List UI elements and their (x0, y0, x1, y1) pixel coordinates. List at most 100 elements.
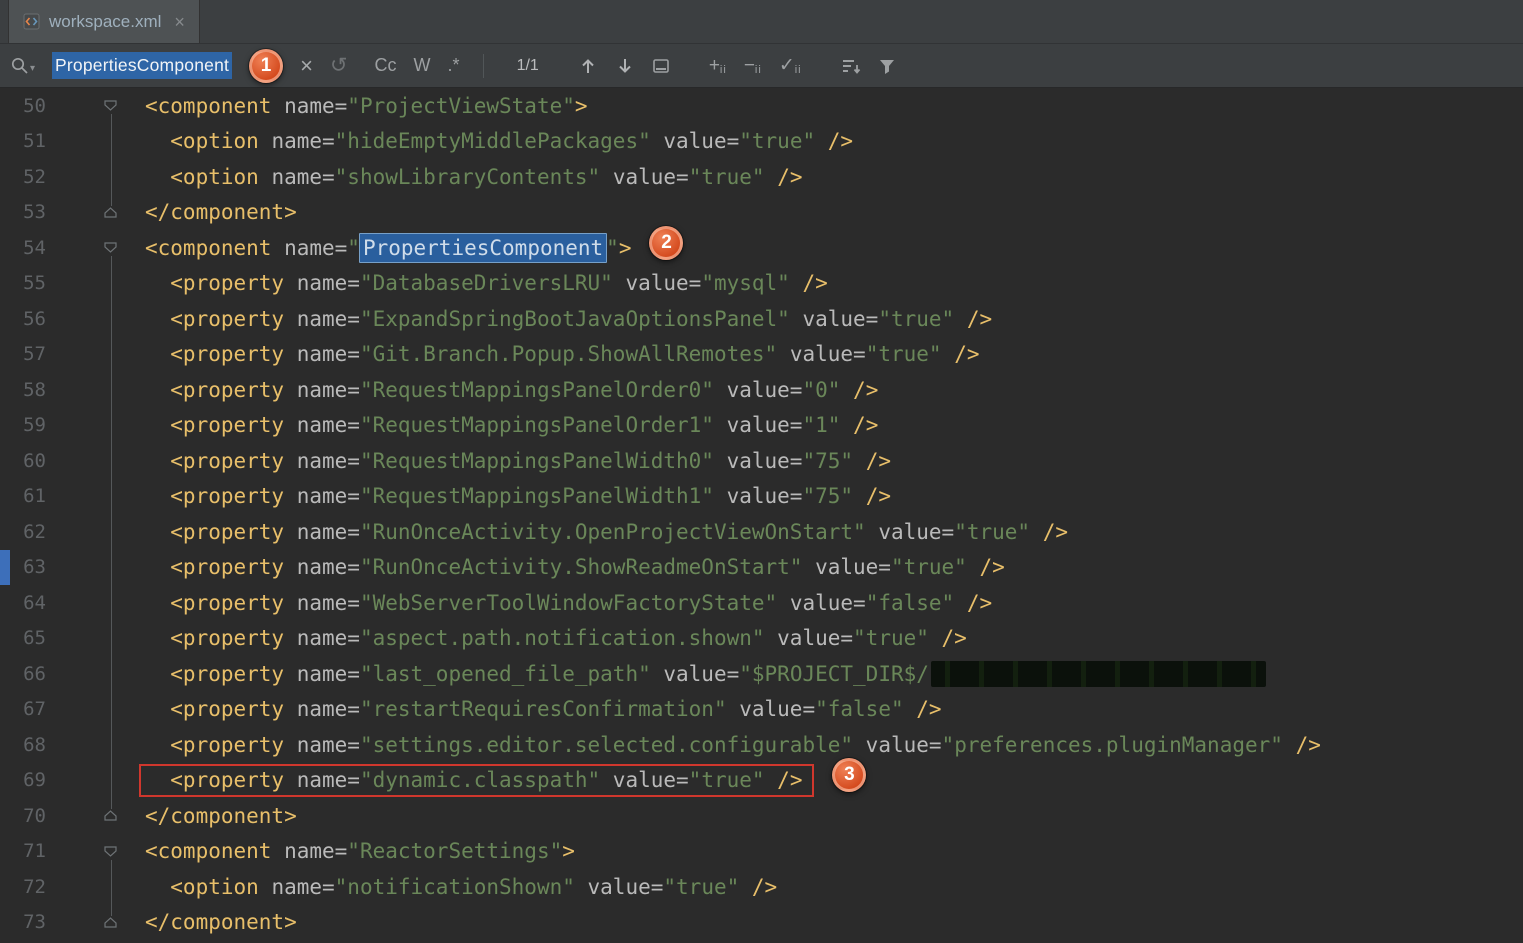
code-token: "true" (853, 626, 929, 650)
match-case-toggle[interactable]: Cc (375, 55, 397, 76)
code-token: "notificationShown" (335, 875, 575, 899)
code-text: <property name="settings.editor.selected… (128, 733, 1321, 757)
previous-match-icon[interactable] (578, 56, 598, 76)
gutter: 71 (0, 834, 128, 870)
code-line[interactable]: 64 <property name="WebServerToolWindowFa… (0, 585, 1523, 621)
code-line[interactable]: 65 <property name="aspect.path.notificat… (0, 621, 1523, 657)
code-line[interactable]: 60 <property name="RequestMappingsPanelW… (0, 443, 1523, 479)
filter-icon[interactable] (878, 57, 896, 75)
code-text: <option name="notificationShown" value="… (128, 875, 777, 899)
code-line[interactable]: 63 <property name="RunOnceActivity.ShowR… (0, 550, 1523, 586)
clear-search-icon[interactable]: × (300, 55, 313, 77)
code-token: value= (714, 413, 803, 437)
code-line[interactable]: 72 <option name="notificationShown" valu… (0, 869, 1523, 905)
code-line[interactable]: 53</component> (0, 195, 1523, 231)
code-editor[interactable]: 50<component name="ProjectViewState">51 … (0, 88, 1523, 943)
gutter: 60 (0, 443, 128, 479)
fold-start-marker-icon[interactable] (46, 242, 128, 253)
code-lines: 50<component name="ProjectViewState">51 … (0, 88, 1523, 940)
search-history-icon[interactable]: ↺ (330, 55, 348, 76)
code-line[interactable]: 71<component name="ReactorSettings"> (0, 834, 1523, 870)
code-token: "ExpandSpringBootJavaOptionsPanel" (360, 307, 790, 331)
gutter: 63 (0, 550, 128, 586)
code-token: "75" (802, 484, 853, 508)
divider (483, 54, 484, 78)
remove-occurrence-icon[interactable]: −ii (744, 56, 762, 75)
code-line[interactable]: 54<component name="PropertiesComponent">… (0, 230, 1523, 266)
code-token: /> (904, 697, 942, 721)
search-icon[interactable]: ▾ (10, 56, 35, 75)
code-token: "aspect.path.notification.shown" (360, 626, 765, 650)
code-line[interactable]: 70</component> (0, 798, 1523, 834)
code-line[interactable]: 69 <property name="dynamic.classpath" va… (0, 763, 1523, 799)
code-token: /> (942, 342, 980, 366)
code-line[interactable]: 68 <property name="settings.editor.selec… (0, 727, 1523, 763)
code-line[interactable]: 61 <property name="RequestMappingsPanelW… (0, 479, 1523, 515)
code-text: <property name="ExpandSpringBootJavaOpti… (128, 307, 992, 331)
code-token: > (562, 839, 575, 863)
code-token: name= (284, 307, 360, 331)
code-line[interactable]: 56 <property name="ExpandSpringBootJavaO… (0, 301, 1523, 337)
fold-end-marker-icon[interactable] (46, 810, 128, 821)
code-line[interactable]: 55 <property name="DatabaseDriversLRU" v… (0, 266, 1523, 302)
words-toggle[interactable]: W (414, 55, 431, 76)
code-line[interactable]: 50<component name="ProjectViewState"> (0, 88, 1523, 124)
code-token: value= (790, 307, 879, 331)
code-token: name= (284, 697, 360, 721)
code-token: value= (575, 875, 664, 899)
code-text: <property name="DatabaseDriversLRU" valu… (128, 271, 828, 295)
next-match-icon[interactable] (615, 56, 635, 76)
select-all-occurrences-icon[interactable]: ✓ii (779, 56, 802, 75)
add-occurrence-icon[interactable]: +ii (709, 56, 727, 75)
code-text: <component name="ReactorSettings"> (128, 839, 575, 863)
fold-start-marker-icon[interactable] (46, 846, 128, 857)
fold-end-marker-icon[interactable] (46, 207, 128, 218)
tab-close-icon[interactable]: × (174, 13, 185, 31)
gutter: 55 (0, 266, 128, 302)
code-line[interactable]: 52 <option name="showLibraryContents" va… (0, 159, 1523, 195)
regex-toggle[interactable]: .* (448, 55, 460, 76)
code-token: value= (777, 591, 866, 615)
code-line[interactable]: 59 <property name="RequestMappingsPanelO… (0, 408, 1523, 444)
code-token: "true" (866, 342, 942, 366)
search-input[interactable]: PropertiesComponent (52, 52, 232, 79)
gutter: 51 (0, 124, 128, 160)
code-token: name= (284, 733, 360, 757)
code-text: <property name="restartRequiresConfirmat… (128, 697, 942, 721)
code-token: value= (600, 165, 689, 189)
search-in-selection-icon[interactable] (652, 57, 670, 75)
code-line[interactable]: 73</component> (0, 905, 1523, 941)
fold-start-marker-icon[interactable] (46, 100, 128, 111)
filter-lines-icon[interactable] (841, 57, 861, 75)
code-line[interactable]: 66 <property name="last_opened_file_path… (0, 656, 1523, 692)
line-number: 64 (0, 592, 46, 614)
code-line[interactable]: 58 <property name="RequestMappingsPanelO… (0, 372, 1523, 408)
code-token: <property (145, 342, 284, 366)
code-line[interactable]: 62 <property name="RunOnceActivity.OpenP… (0, 514, 1523, 550)
gutter: 61 (0, 479, 128, 515)
code-token: "ProjectViewState" (347, 94, 575, 118)
code-token: "true" (891, 555, 967, 579)
code-token: "WebServerToolWindowFactoryState" (360, 591, 777, 615)
gutter: 73 (0, 905, 128, 941)
code-line[interactable]: 51 <option name="hideEmptyMiddlePackages… (0, 124, 1523, 160)
line-number: 53 (0, 201, 46, 223)
code-token: <property (145, 271, 284, 295)
code-token: value= (866, 520, 955, 544)
code-token: <option (145, 875, 259, 899)
code-text: <component name="ProjectViewState"> (128, 94, 588, 118)
code-token: <component (145, 236, 271, 260)
code-line[interactable]: 57 <property name="Git.Branch.Popup.Show… (0, 337, 1523, 373)
tab-workspace-xml[interactable]: workspace.xml × (8, 0, 200, 43)
gutter: 65 (0, 621, 128, 657)
code-token: /> (853, 484, 891, 508)
xml-file-icon (23, 13, 40, 30)
code-token: /> (853, 449, 891, 473)
code-token: <property (145, 307, 284, 331)
code-token: "showLibraryContents" (335, 165, 601, 189)
code-line[interactable]: 67 <property name="restartRequiresConfir… (0, 692, 1523, 728)
code-text: <property name="RequestMappingsPanelOrde… (128, 413, 878, 437)
gutter: 69 (0, 763, 128, 799)
fold-end-marker-icon[interactable] (46, 917, 128, 928)
editor-tab-bar: workspace.xml × (0, 0, 1523, 44)
